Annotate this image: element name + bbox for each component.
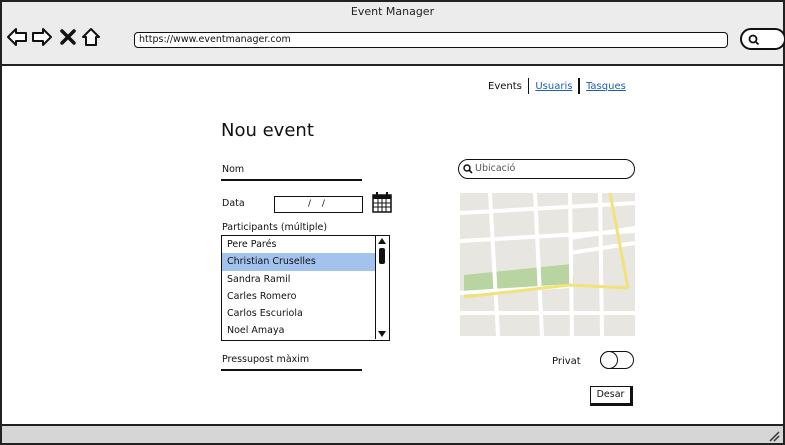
location-search-input[interactable]: Ubicació xyxy=(458,159,635,179)
status-bar xyxy=(2,424,783,443)
participants-label: Participants (múltiple) xyxy=(222,222,328,233)
nav-separator xyxy=(578,78,580,94)
budget-field-underline xyxy=(221,369,362,371)
page-title: Nou event xyxy=(221,120,314,141)
private-label: Privat xyxy=(552,356,581,367)
title-bar: Event Manager https://www.eventmanager.c… xyxy=(2,2,785,66)
calendar-icon[interactable] xyxy=(372,191,392,213)
budget-field[interactable]: Pressupost màxim xyxy=(222,354,309,365)
map-graphic xyxy=(460,193,635,336)
location-map[interactable] xyxy=(460,193,635,336)
participant-option[interactable]: Christian Cruselles xyxy=(222,253,375,271)
name-field[interactable]: Nom xyxy=(222,164,244,175)
scroll-thumb[interactable] xyxy=(379,248,385,264)
date-input[interactable]: / / xyxy=(274,196,363,213)
listbox-scrollbar[interactable] xyxy=(375,236,389,339)
forward-arrow-icon[interactable] xyxy=(31,26,53,48)
window-title: Event Manager xyxy=(350,5,435,18)
nav-separator xyxy=(527,78,530,94)
back-arrow-icon[interactable] xyxy=(6,26,28,48)
nav-tasks-link[interactable]: Tasques xyxy=(586,81,626,92)
top-navigation: Events Usuaris Tasques xyxy=(488,78,626,94)
nav-events[interactable]: Events xyxy=(488,81,522,92)
toggle-knob xyxy=(600,351,618,369)
resize-grip-icon[interactable] xyxy=(768,430,780,442)
private-toggle[interactable] xyxy=(600,351,634,369)
nav-users-link[interactable]: Usuaris xyxy=(535,81,572,92)
participants-listbox[interactable]: Pere Parés Christian Cruselles Sandra Rami… xyxy=(221,235,390,341)
browser-search-button[interactable] xyxy=(740,28,785,50)
home-icon[interactable] xyxy=(80,26,102,48)
date-label: Data xyxy=(222,198,245,209)
browser-window: Event Manager https://www.eventmanager.c… xyxy=(0,0,785,445)
name-field-underline xyxy=(221,179,362,181)
save-button[interactable]: Desar xyxy=(590,386,633,406)
scroll-down-arrow-icon[interactable] xyxy=(378,331,386,337)
search-icon xyxy=(463,164,473,174)
participant-option[interactable]: Noel Amaya xyxy=(222,322,389,339)
page-content: Events Usuaris Tasques Nou event Nom Dat… xyxy=(2,68,783,424)
scroll-up-arrow-icon[interactable] xyxy=(378,238,386,244)
close-x-icon[interactable] xyxy=(57,26,79,48)
search-icon xyxy=(748,34,760,46)
url-bar[interactable]: https://www.eventmanager.com xyxy=(134,32,728,48)
participant-option[interactable]: Pere Parés xyxy=(222,236,389,253)
location-placeholder: Ubicació xyxy=(475,163,516,174)
participant-option[interactable]: Carlos Escuriola xyxy=(222,305,389,322)
participant-option[interactable]: Sandra Ramil xyxy=(222,271,389,288)
participant-option[interactable]: Carles Romero xyxy=(222,288,389,305)
